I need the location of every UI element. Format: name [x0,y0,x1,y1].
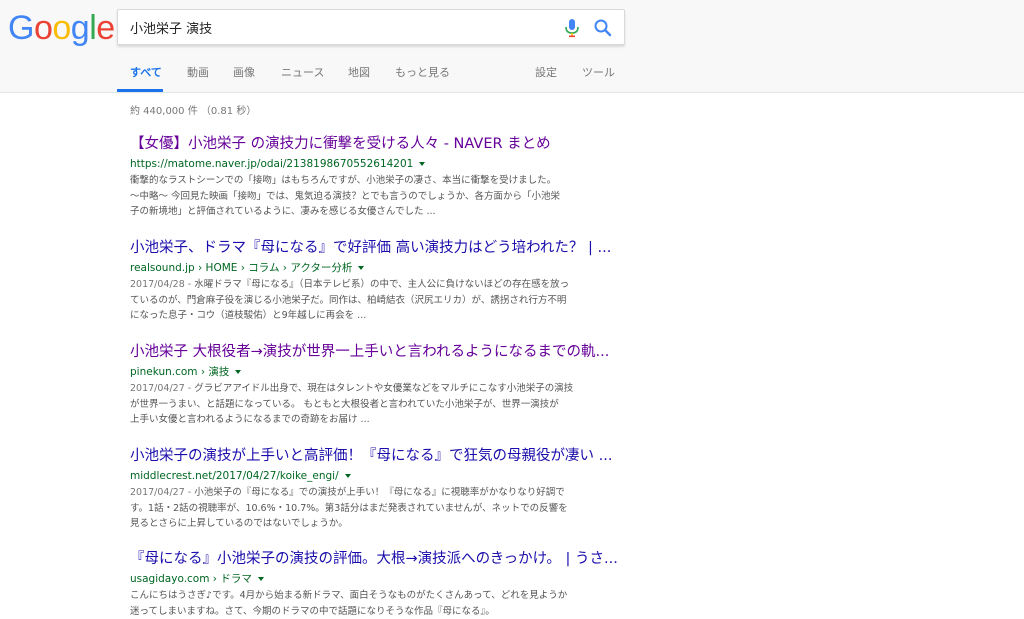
result-snippet: こんにちはうさぎ♪です。4月から始まる新ドラマ、面白そうなものがたくさんあって、… [130,588,620,619]
logo-letter: G [8,8,34,48]
logo-letter: e [96,8,114,48]
result-url-text: middlecrest.net/2017/04/27/koike_engi/ [130,470,339,482]
google-logo[interactable]: Google [8,8,115,48]
snippet-line: 2017/04/28 - 水曜ドラマ『母になる』（日本テレビ系）の中で、主人公に… [130,277,620,293]
logo-letter: g [71,8,89,48]
result-date: 2017/04/28 - [130,279,194,290]
search-result: 小池栄子の演技が上手いと高評価！『母になる』で狂気の母親役が凄い ... mid… [130,446,620,532]
snippet-line: 上手い女優と言われるようになるまでの奇跡をお届け ... [130,412,620,428]
result-url: middlecrest.net/2017/04/27/koike_engi/ [130,468,620,484]
search-result: 小池栄子、ドラマ『母になる』で好評価 高い演技力はどう培われた？ | ... r… [130,238,620,324]
tab-maps[interactable]: 地図 [348,66,370,80]
snippet-line: 子の新境地」と評価されているように、凄みを感じる女優さんでした ... [130,204,620,220]
caret-down-icon[interactable] [258,577,264,581]
result-url: https://matome.naver.jp/odai/21381986705… [130,156,620,172]
snippet-line: が世界一うまい、と話題になっている。 もともと大根役者と言われていた小池栄子が、… [130,397,620,413]
active-tab-indicator [117,89,163,92]
result-snippet: 2017/04/27 - グラビアアイドル出身で、現在はタレントや女優業などをマ… [130,381,620,428]
result-date: 2017/04/27 - [130,383,194,394]
caret-down-icon[interactable] [419,162,425,166]
result-url-text: realsound.jp › HOME › コラム › アクター分析 [130,262,352,274]
result-url-text: https://matome.naver.jp/odai/21381986705… [130,158,413,170]
search-result: 小池栄子 大根役者→演技が世界一上手いと言われるようになるまでの軌... pin… [130,342,620,428]
result-snippet: 2017/04/28 - 水曜ドラマ『母になる』（日本テレビ系）の中で、主人公に… [130,277,620,324]
logo-letter: l [89,8,96,48]
header-bar: Google すべて 動画 画像 ニュース 地図 もっと見る 設定 ツール [0,0,1024,93]
result-url: usagidayo.com › ドラマ [130,571,620,587]
result-url: realsound.jp › HOME › コラム › アクター分析 [130,260,620,276]
result-url-text: pinekun.com › 演技 [130,366,229,378]
tab-all[interactable]: すべて [130,66,162,80]
caret-down-icon[interactable] [235,370,241,374]
snippet-line: 2017/04/27 - グラビアアイドル出身で、現在はタレントや女優業などをマ… [130,381,620,397]
result-snippet: 2017/04/27 - 小池栄子の『母になる』での演技が上手い！『母になる』に… [130,485,620,532]
microphone-icon[interactable] [562,17,582,39]
search-result: 【女優】小池栄子 の演技力に衝撃を受ける人々 - NAVER まとめ https… [130,134,620,220]
caret-down-icon[interactable] [345,474,351,478]
logo-letter: o [34,8,52,48]
result-date: 2017/04/27 - [130,487,194,498]
snippet-line: 2017/04/27 - 小池栄子の『母になる』での演技が上手い！『母になる』に… [130,485,620,501]
result-stats: 約 440,000 件 （0.81 秒） [130,102,256,117]
tab-images[interactable]: 画像 [233,66,255,80]
snippet-line: す。1話・2話の視聴率が、10.6%・10.7%。第3話分はまだ発表されていませ… [130,501,620,517]
result-snippet: 衝撃的なラストシーンでの「接吻」はもちろんですが、小池栄子の凄さ、本当に衝撃を受… [130,173,620,220]
logo-letter: o [52,8,70,48]
tab-tools[interactable]: ツール [582,66,615,80]
result-title-link[interactable]: 小池栄子 大根役者→演技が世界一上手いと言われるようになるまでの軌... [130,342,620,362]
search-tabs: すべて 動画 画像 ニュース 地図 もっと見る 設定 ツール [0,58,1024,92]
tab-news[interactable]: ニュース [281,66,324,80]
search-box [117,9,625,45]
snippet-line: こんにちはうさぎ♪です。4月から始まる新ドラマ、面白そうなものがたくさんあって、… [130,588,620,604]
result-title-link[interactable]: 小池栄子の演技が上手いと高評価！『母になる』で狂気の母親役が凄い ... [130,446,620,466]
result-url-text: usagidayo.com › ドラマ [130,573,252,585]
snippet-line: になった息子・コウ（道枝駿佑）と9年越しに再会を ... [130,308,620,324]
search-icon[interactable] [592,17,614,39]
search-input[interactable] [130,16,550,38]
result-title-link[interactable]: 【女優】小池栄子 の演技力に衝撃を受ける人々 - NAVER まとめ [130,134,620,154]
snippet-line: 迷ってしまいますね。さて、今期のドラマの中で話題になりそうな作品『母になる』。 [130,604,620,619]
snippet-line: 見るとさらに上昇しているのではないでしょうか。 [130,516,620,532]
search-result: 『母になる』小池栄子の演技の評価。大根→演技派へのきっかけ。 | うさ... u… [130,549,620,619]
tab-videos[interactable]: 動画 [187,66,209,80]
tab-settings[interactable]: 設定 [535,66,557,80]
caret-down-icon[interactable] [358,266,364,270]
tab-more[interactable]: もっと見る [395,66,450,80]
snippet-line: ているのが、門倉麻子役を演じる小池栄子だ。同作は、柏崎結衣（沢尻エリカ）が、誘拐… [130,293,620,309]
result-url: pinekun.com › 演技 [130,364,620,380]
snippet-line: 衝撃的なラストシーンでの「接吻」はもちろんですが、小池栄子の凄さ、本当に衝撃を受… [130,173,620,189]
result-title-link[interactable]: 『母になる』小池栄子の演技の評価。大根→演技派へのきっかけ。 | うさ... [130,549,620,569]
snippet-line: 〜中略〜 今回見た映画「接吻」では、鬼気迫る演技？とでも言うのでしょうか、各方面… [130,189,620,205]
result-title-link[interactable]: 小池栄子、ドラマ『母になる』で好評価 高い演技力はどう培われた？ | ... [130,238,620,258]
